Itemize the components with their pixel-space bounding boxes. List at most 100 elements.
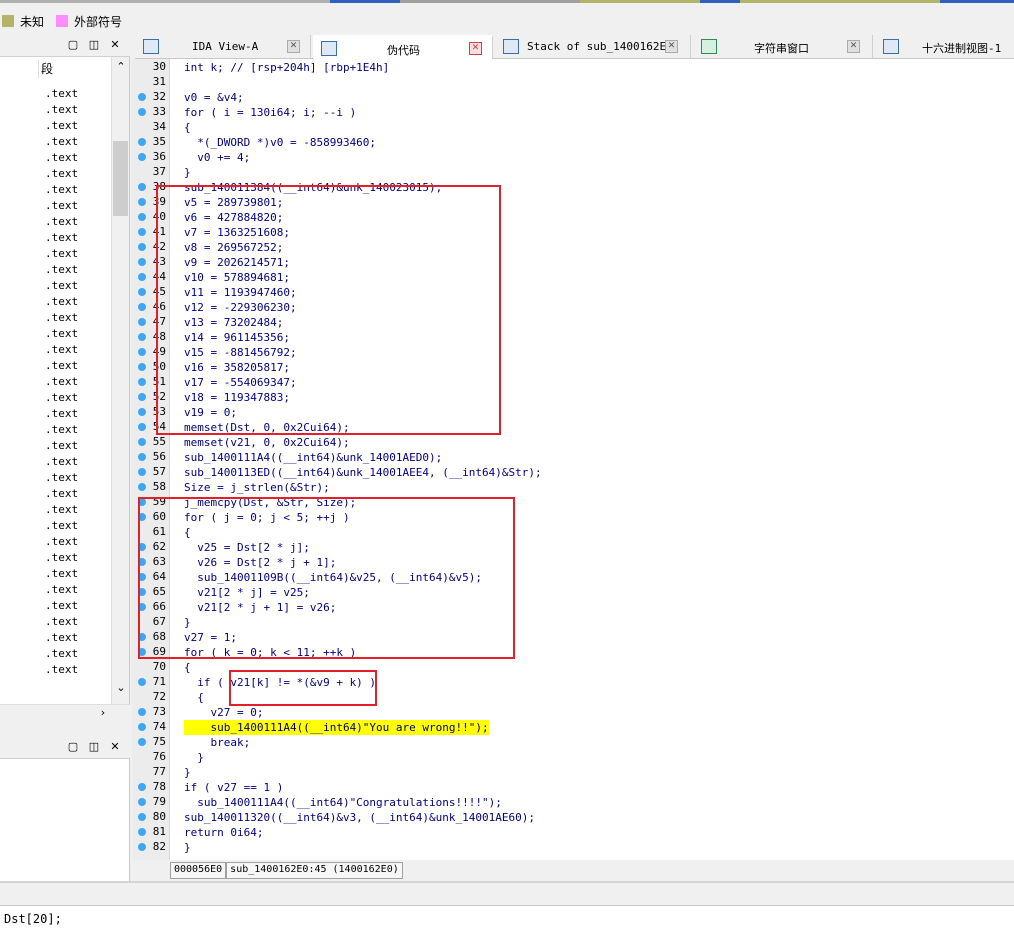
segment-list-item[interactable]: .text [45, 87, 78, 100]
line-number[interactable]: 31 [132, 75, 170, 90]
segment-list-item[interactable]: .text [45, 231, 78, 244]
restore-icon[interactable]: ◫ [87, 740, 101, 754]
segment-list-item[interactable]: .text [45, 103, 78, 116]
close-icon[interactable]: ✕ [108, 38, 122, 52]
segment-list-item[interactable]: .text [45, 599, 78, 612]
breakpoint-dot-icon[interactable] [138, 738, 146, 746]
breakpoint-dot-icon[interactable] [138, 453, 146, 461]
line-number[interactable]: 56 [132, 450, 170, 465]
code-line[interactable]: } [184, 750, 204, 765]
breakpoint-dot-icon[interactable] [138, 723, 146, 731]
line-number[interactable]: 73 [132, 705, 170, 720]
breakpoint-dot-icon[interactable] [138, 93, 146, 101]
tab-ida-view-a[interactable]: IDA View-A ✕ [135, 35, 311, 59]
code-line[interactable]: v27 = 0; [184, 705, 263, 720]
line-number[interactable]: 30 [132, 60, 170, 75]
minimize-icon[interactable]: ▢ [66, 740, 80, 754]
breakpoint-dot-icon[interactable] [138, 708, 146, 716]
line-number[interactable]: 55 [132, 435, 170, 450]
segment-list-item[interactable]: .text [45, 551, 78, 564]
segment-list-item[interactable]: .text [45, 215, 78, 228]
code-line[interactable]: sub_140011320((__int64)&v3, (__int64)&un… [184, 810, 535, 825]
breakpoint-dot-icon[interactable] [138, 318, 146, 326]
breakpoint-dot-icon[interactable] [138, 423, 146, 431]
code-line[interactable]: Size = j_strlen(&Str); [184, 480, 330, 495]
pseudocode-view[interactable]: 30 int k; // [rsp+204h] [rbp+1E4h] 31 32 v0 … [132, 59, 1014, 860]
code-line[interactable]: v0 += 4; [184, 150, 250, 165]
breakpoint-dot-icon[interactable] [138, 288, 146, 296]
line-number[interactable]: 75 [132, 735, 170, 750]
line-number[interactable]: 71 [132, 675, 170, 690]
segment-list-item[interactable]: .text [45, 279, 78, 292]
segment-list-item[interactable]: .text [45, 535, 78, 548]
breakpoint-dot-icon[interactable] [138, 273, 146, 281]
line-number[interactable]: 74 [132, 720, 170, 735]
breakpoint-dot-icon[interactable] [138, 108, 146, 116]
breakpoint-dot-icon[interactable] [138, 138, 146, 146]
code-line[interactable]: int k; // [rsp+204h] [rbp+1E4h] [184, 60, 389, 75]
line-number[interactable]: 58 [132, 480, 170, 495]
breakpoint-dot-icon[interactable] [138, 363, 146, 371]
breakpoint-dot-icon[interactable] [138, 813, 146, 821]
scroll-up-icon[interactable]: ⌃ [114, 60, 128, 74]
segment-list-item[interactable]: .text [45, 471, 78, 484]
code-line[interactable]: } [184, 765, 191, 780]
breakpoint-dot-icon[interactable] [138, 408, 146, 416]
code-line[interactable]: break; [184, 735, 250, 750]
code-line[interactable]: { [184, 690, 204, 705]
segment-list-item[interactable]: .text [45, 455, 78, 468]
breakpoint-dot-icon[interactable] [138, 378, 146, 386]
segment-list-item[interactable]: .text [45, 583, 78, 596]
segment-list-item[interactable]: .text [45, 519, 78, 532]
segment-list-item[interactable]: .text [45, 135, 78, 148]
line-number[interactable]: 82 [132, 840, 170, 855]
segment-list-item[interactable]: .text [45, 391, 78, 404]
breakpoint-dot-icon[interactable] [138, 303, 146, 311]
segment-list-item[interactable]: .text [45, 183, 78, 196]
breakpoint-dot-icon[interactable] [138, 228, 146, 236]
code-line[interactable]: sub_1400111A4((__int64)"Congratulations!… [184, 795, 502, 810]
code-line[interactable]: if ( v27 == 1 ) [184, 780, 283, 795]
line-number[interactable]: 77 [132, 765, 170, 780]
close-tab-icon[interactable]: ✕ [469, 42, 482, 55]
segment-list-item[interactable]: .text [45, 343, 78, 356]
code-line[interactable]: } [184, 165, 191, 180]
segment-horizontal-scrollbar[interactable]: › [0, 704, 130, 721]
code-line[interactable]: } [184, 840, 191, 855]
breakpoint-dot-icon[interactable] [138, 483, 146, 491]
breakpoint-dot-icon[interactable] [138, 393, 146, 401]
segment-list-item[interactable]: .text [45, 167, 78, 180]
tab-hex-view[interactable]: 十六进制视图-1 [875, 35, 1014, 59]
segment-list-item[interactable]: .text [45, 151, 78, 164]
code-line[interactable]: *(_DWORD *)v0 = -858993460; [184, 135, 376, 150]
code-line[interactable]: sub_1400113ED((__int64)&unk_14001AEE4, (… [184, 465, 542, 480]
tab-stack[interactable]: Stack of sub_1400162E0 ✕ [495, 35, 691, 59]
segment-list-item[interactable]: .text [45, 407, 78, 420]
breakpoint-dot-icon[interactable] [138, 828, 146, 836]
line-number[interactable]: 37 [132, 165, 170, 180]
code-line[interactable]: sub_1400111A4((__int64)"You are wrong!!"… [184, 720, 489, 735]
segment-list-item[interactable]: .text [45, 631, 78, 644]
close-icon[interactable]: ✕ [108, 740, 122, 754]
breakpoint-dot-icon[interactable] [138, 468, 146, 476]
line-number[interactable]: 34 [132, 120, 170, 135]
segment-list-item[interactable]: .text [45, 439, 78, 452]
code-line[interactable]: return 0i64; [184, 825, 263, 840]
breakpoint-dot-icon[interactable] [138, 438, 146, 446]
breakpoint-dot-icon[interactable] [138, 213, 146, 221]
line-number[interactable]: 57 [132, 465, 170, 480]
scroll-right-icon[interactable]: › [96, 706, 110, 720]
code-line[interactable]: for ( i = 130i64; i; --i ) [184, 105, 356, 120]
segment-list-item[interactable]: .text [45, 487, 78, 500]
line-number[interactable]: 81 [132, 825, 170, 840]
segment-list-item[interactable]: .text [45, 199, 78, 212]
segment-list-item[interactable]: .text [45, 503, 78, 516]
minimize-icon[interactable]: ▢ [66, 38, 80, 52]
segment-list-item[interactable]: .text [45, 375, 78, 388]
breakpoint-dot-icon[interactable] [138, 843, 146, 851]
code-line[interactable]: v0 = &v4; [184, 90, 244, 105]
segment-list-item[interactable]: .text [45, 567, 78, 580]
splitter[interactable] [0, 881, 1014, 883]
segment-list-item[interactable]: .text [45, 359, 78, 372]
restore-icon[interactable]: ◫ [87, 38, 101, 52]
